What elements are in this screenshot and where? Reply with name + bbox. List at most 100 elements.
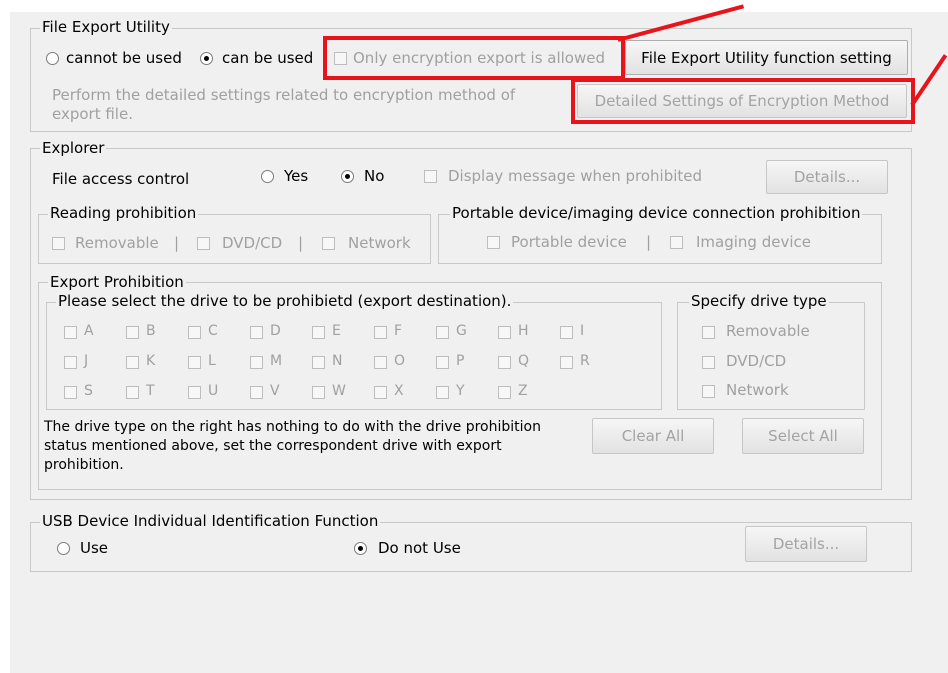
drive-s-checkbox[interactable]: [64, 386, 77, 399]
explorer-details-button[interactable]: Details...: [766, 160, 888, 194]
drive-s-label: S: [84, 383, 93, 399]
drive-w-label: W: [332, 383, 346, 399]
cannot-be-used-label: cannot be used: [66, 49, 182, 67]
clear-all-button[interactable]: Clear All: [592, 418, 714, 454]
reading-removable-label: Removable: [75, 234, 159, 252]
drive-v-checkbox[interactable]: [250, 386, 263, 399]
drive-z-checkbox[interactable]: [498, 386, 511, 399]
drive-z-label: Z: [518, 383, 528, 399]
drive-o-checkbox[interactable]: [374, 356, 387, 369]
drive-n-label: N: [332, 353, 343, 369]
drive-f-checkbox[interactable]: [374, 326, 387, 339]
drive-m-label: M: [270, 353, 283, 369]
drive-h-checkbox[interactable]: [498, 326, 511, 339]
drive-q-checkbox[interactable]: [498, 356, 511, 369]
drive-v-label: V: [270, 383, 280, 399]
drive-b-label: B: [146, 323, 156, 339]
drive-k-checkbox[interactable]: [126, 356, 139, 369]
drive-i-checkbox[interactable]: [560, 326, 573, 339]
drive-x-checkbox[interactable]: [374, 386, 387, 399]
file-access-yes-radio[interactable]: [261, 170, 274, 183]
drive-type-note: The drive type on the right has nothing …: [44, 419, 541, 473]
drive-r-checkbox[interactable]: [560, 356, 573, 369]
reading-prohibition-title: Reading prohibition: [48, 204, 199, 222]
display-message-label: Display message when prohibited: [448, 167, 703, 185]
drive-b-checkbox[interactable]: [126, 326, 139, 339]
drive-u-checkbox[interactable]: [188, 386, 201, 399]
drive-c-checkbox[interactable]: [188, 326, 201, 339]
portable-device-checkbox[interactable]: [487, 236, 500, 249]
display-message-checkbox[interactable]: [424, 170, 437, 183]
reading-network-checkbox[interactable]: [322, 237, 335, 250]
explorer-group-title: Explorer: [40, 139, 107, 157]
reading-removable-checkbox[interactable]: [52, 237, 65, 250]
encryption-only-highlight: [323, 36, 625, 80]
drive-a-label: A: [84, 323, 94, 339]
usb-do-not-use-label: Do not Use: [378, 539, 461, 557]
reading-separator-1: |: [174, 234, 180, 252]
file-access-no-label: No: [364, 167, 385, 185]
drive-type-network-checkbox[interactable]: [702, 385, 715, 398]
drive-e-checkbox[interactable]: [312, 326, 325, 339]
drive-o-label: O: [394, 353, 406, 369]
cannot-be-used-radio[interactable]: [46, 52, 59, 65]
drive-m-checkbox[interactable]: [250, 356, 263, 369]
select-all-button[interactable]: Select All: [742, 418, 864, 454]
drive-g-label: G: [456, 323, 467, 339]
file-export-group-title: File Export Utility: [40, 18, 172, 36]
drive-x-label: X: [394, 383, 404, 399]
portable-device-title: Portable device/imaging device connectio…: [450, 204, 863, 222]
usb-identification-title: USB Device Individual Identification Fun…: [40, 512, 381, 530]
drive-l-checkbox[interactable]: [188, 356, 201, 369]
file-access-control-label: File access control: [52, 170, 190, 188]
drive-w-checkbox[interactable]: [312, 386, 325, 399]
drive-r-label: R: [580, 353, 590, 369]
reading-dvdcd-checkbox[interactable]: [197, 237, 210, 250]
drive-d-checkbox[interactable]: [250, 326, 263, 339]
portable-device-label: Portable device: [511, 233, 627, 251]
portable-separator: |: [646, 233, 652, 251]
drive-type-dvdcd-checkbox[interactable]: [702, 356, 715, 369]
imaging-device-label: Imaging device: [696, 233, 811, 251]
drive-i-label: I: [580, 323, 585, 339]
drive-e-label: E: [332, 323, 341, 339]
drive-q-label: Q: [518, 353, 530, 369]
usb-use-radio[interactable]: [57, 542, 70, 555]
drive-type-removable-label: Removable: [726, 322, 810, 340]
drive-type-removable-checkbox[interactable]: [702, 326, 715, 339]
drive-a-checkbox[interactable]: [64, 326, 77, 339]
drive-f-label: F: [394, 323, 403, 339]
encryption-description: Perform the detailed settings related to…: [52, 86, 516, 123]
drive-y-checkbox[interactable]: [436, 386, 449, 399]
file-access-yes-label: Yes: [284, 167, 309, 185]
reading-separator-2: |: [298, 234, 304, 252]
reading-network-label: Network: [348, 234, 411, 252]
drive-p-label: P: [456, 353, 465, 369]
file-access-no-radio[interactable]: [341, 170, 354, 183]
imaging-device-checkbox[interactable]: [670, 236, 683, 249]
drive-type-dvdcd-label: DVD/CD: [726, 352, 787, 370]
drive-type-network-label: Network: [726, 381, 789, 399]
drive-l-label: L: [208, 353, 216, 369]
usb-use-label: Use: [80, 539, 109, 557]
drive-t-label: T: [146, 383, 155, 399]
can-be-used-radio[interactable]: [200, 52, 213, 65]
usb-details-button[interactable]: Details...: [745, 526, 867, 562]
drive-j-checkbox[interactable]: [64, 356, 77, 369]
can-be-used-label: can be used: [222, 49, 314, 67]
drive-y-label: Y: [456, 383, 465, 399]
drive-u-label: U: [208, 383, 219, 399]
drive-type-title: Specify drive type: [689, 292, 829, 310]
drive-select-title: Please select the drive to be prohibietd…: [56, 292, 514, 310]
drive-g-checkbox[interactable]: [436, 326, 449, 339]
drive-j-label: J: [84, 353, 89, 369]
drive-h-label: H: [518, 323, 529, 339]
usb-do-not-use-radio[interactable]: [354, 542, 367, 555]
file-export-function-setting-button[interactable]: File Export Utility function setting: [625, 40, 908, 75]
drive-n-checkbox[interactable]: [312, 356, 325, 369]
drive-d-label: D: [270, 323, 281, 339]
drive-k-label: K: [146, 353, 156, 369]
drive-t-checkbox[interactable]: [126, 386, 139, 399]
encryption-method-highlight: [571, 78, 915, 124]
drive-p-checkbox[interactable]: [436, 356, 449, 369]
